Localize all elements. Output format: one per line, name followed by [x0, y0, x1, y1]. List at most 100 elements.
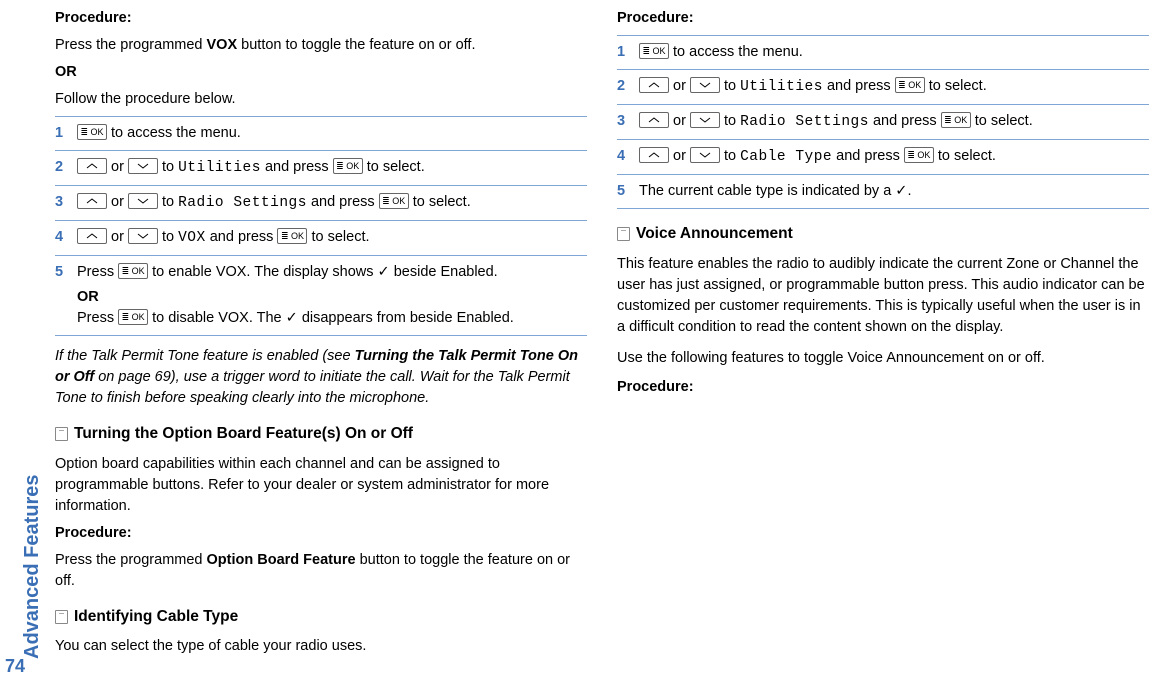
ok-key-icon: ≣ OK: [895, 77, 925, 93]
step-2: 2 or to Utilities and press ≣ OK to sele…: [55, 150, 587, 185]
step-number: 2: [55, 157, 63, 178]
text: button to toggle the feature on or off.: [237, 37, 475, 53]
ok-key-icon: ≣ OK: [904, 147, 934, 163]
text: to select.: [307, 229, 369, 245]
up-key-icon: [77, 228, 107, 244]
vox-bold: VOX: [207, 37, 238, 53]
menu-target: Utilities: [740, 79, 823, 95]
procedure-heading: Procedure:: [617, 8, 1149, 29]
text: to select.: [971, 113, 1033, 129]
step-number: 1: [55, 123, 63, 144]
page-content: Procedure: Press the programmed VOX butt…: [55, 8, 1149, 681]
heading-text: Identifying Cable Type: [74, 606, 238, 628]
step-5: 5 Press ≣ OK to enable VOX. The display …: [55, 255, 587, 336]
menu-target: Cable Type: [740, 149, 832, 165]
sidebar-label: Advanced Features: [18, 474, 47, 659]
down-key-icon: [690, 147, 720, 163]
book-icon: [55, 610, 68, 624]
steps-list: 1 ≣ OK to access the menu. 2 or to Utili…: [55, 116, 587, 336]
down-key-icon: [128, 158, 158, 174]
up-key-icon: [639, 77, 669, 93]
text: Press: [77, 264, 118, 280]
step-3: 3 or to Radio Settings and press ≣ OK to…: [55, 185, 587, 220]
step-number: 5: [617, 181, 625, 202]
text: to: [158, 229, 178, 245]
bold-text: Option Board Feature: [207, 552, 356, 568]
step-number: 4: [55, 227, 63, 248]
text: or: [669, 78, 690, 94]
step-4: 4 or to Cable Type and press ≣ OK to sel…: [617, 139, 1149, 174]
text: or: [107, 159, 128, 175]
heading-text: Turning the Option Board Feature(s) On o…: [74, 423, 413, 445]
text: to select.: [925, 78, 987, 94]
step-4: 4 or to VOX and press ≣ OK to select.: [55, 220, 587, 255]
text: to select.: [409, 194, 471, 210]
down-key-icon: [690, 112, 720, 128]
book-icon: [617, 227, 630, 241]
up-key-icon: [639, 112, 669, 128]
step-5: 5 The current cable type is indicated by…: [617, 174, 1149, 209]
text: or: [669, 113, 690, 129]
menu-target: Utilities: [178, 160, 261, 176]
down-key-icon: [690, 77, 720, 93]
section-heading-option-board: Turning the Option Board Feature(s) On o…: [55, 423, 587, 445]
text: or: [107, 229, 128, 245]
up-key-icon: [639, 147, 669, 163]
down-key-icon: [128, 193, 158, 209]
or-label: OR: [77, 287, 587, 308]
text: to disable VOX. The ✓ disappears from be…: [148, 310, 514, 326]
ok-key-icon: ≣ OK: [941, 112, 971, 128]
section-heading-cable-type: Identifying Cable Type: [55, 606, 587, 628]
text: to enable VOX. The display shows ✓ besid…: [148, 264, 498, 280]
step-number: 3: [55, 192, 63, 213]
text: and press: [206, 229, 278, 245]
section-body: You can select the type of cable your ra…: [55, 636, 587, 657]
procedure-heading: Procedure:: [55, 523, 587, 544]
down-key-icon: [128, 228, 158, 244]
text: to: [158, 194, 178, 210]
text: and press: [261, 159, 333, 175]
menu-target: VOX: [178, 230, 206, 246]
steps-list: 1 ≣ OK to access the menu. 2 or to Utili…: [617, 35, 1149, 209]
text: or: [669, 148, 690, 164]
ok-key-icon: ≣ OK: [77, 124, 107, 140]
ok-key-icon: ≣ OK: [639, 43, 669, 59]
step-2: 2 or to Utilities and press ≣ OK to sele…: [617, 69, 1149, 104]
ok-key-icon: ≣ OK: [118, 263, 148, 279]
section-body: This feature enables the radio to audibl…: [617, 254, 1149, 338]
step-1: 1 ≣ OK to access the menu.: [617, 35, 1149, 69]
text: and press: [832, 148, 904, 164]
step-text: The current cable type is indicated by a…: [639, 183, 911, 199]
step-text: to access the menu.: [669, 44, 803, 60]
text: to select.: [363, 159, 425, 175]
text: and press: [307, 194, 379, 210]
book-icon: [55, 427, 68, 441]
section-body: Option board capabilities within each ch…: [55, 454, 587, 517]
menu-target: Radio Settings: [178, 195, 307, 211]
text: to: [158, 159, 178, 175]
text: Press the programmed: [55, 37, 207, 53]
ok-key-icon: ≣ OK: [118, 309, 148, 325]
procedure-heading: Procedure:: [617, 377, 1149, 398]
text: and press: [823, 78, 895, 94]
procedure-heading: Procedure:: [55, 8, 587, 29]
up-key-icon: [77, 193, 107, 209]
intro-text: Press the programmed Option Board Featur…: [55, 550, 587, 592]
text: and press: [869, 113, 941, 129]
step-3: 3 or to Radio Settings and press ≣ OK to…: [617, 104, 1149, 139]
heading-text: Voice Announcement: [636, 223, 793, 245]
text: or: [107, 194, 128, 210]
text: to: [720, 113, 740, 129]
text: Press: [77, 310, 118, 326]
sidebar: Advanced Features: [10, 306, 40, 676]
text: Press the programmed: [55, 552, 207, 568]
ok-key-icon: ≣ OK: [277, 228, 307, 244]
menu-target: Radio Settings: [740, 114, 869, 130]
text: Press ≣ OK to disable VOX. The ✓ disappe…: [77, 308, 587, 329]
up-key-icon: [77, 158, 107, 174]
step-number: 2: [617, 76, 625, 97]
ok-key-icon: ≣ OK: [333, 158, 363, 174]
note-paragraph: If the Talk Permit Tone feature is enabl…: [55, 346, 587, 409]
intro-text: Press the programmed VOX button to toggl…: [55, 35, 587, 56]
ok-key-icon: ≣ OK: [379, 193, 409, 209]
